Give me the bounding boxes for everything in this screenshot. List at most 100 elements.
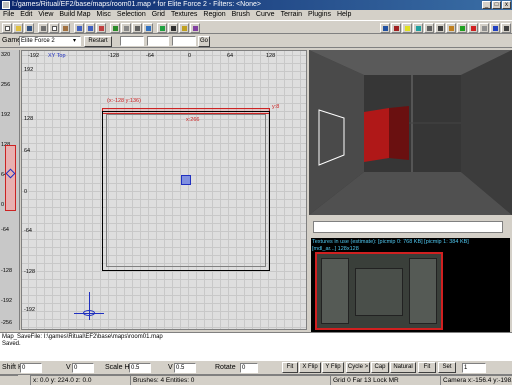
z-tick: -192	[1, 298, 13, 304]
z-tick: -128	[1, 268, 13, 274]
texture-panel: Textures in use (estimate): [picmip 0: 7…	[309, 216, 512, 332]
surface-bar: Shift H 0 V 0 Scale H 0.5 V 0.5 Rotate 0…	[0, 360, 512, 374]
menu-selection[interactable]: Selection	[114, 10, 149, 20]
top-tick: 0	[188, 53, 192, 59]
clipper-icon[interactable]	[121, 23, 131, 33]
cap-button[interactable]: Cap	[371, 362, 389, 373]
left-tick: -192	[24, 307, 36, 313]
select-icon[interactable]	[110, 23, 120, 33]
entity-icon[interactable]	[391, 23, 401, 33]
command-field-3[interactable]	[172, 36, 196, 46]
z-tick: 320	[1, 52, 11, 58]
z-tick: -256	[1, 320, 13, 326]
z-ruler[interactable]: 320 256 192 128 64 0 -64 -128 -192 -256	[0, 50, 20, 330]
set-button[interactable]: Set	[438, 362, 456, 373]
texture-lock-icon[interactable]	[446, 23, 456, 33]
cycle-button[interactable]: Cycle >	[346, 362, 370, 373]
chevron-down-icon[interactable]: ▾	[73, 36, 76, 46]
menu-help[interactable]: Help	[334, 10, 354, 20]
menu-file[interactable]: File	[0, 10, 17, 20]
menu-textures[interactable]: Textures	[168, 10, 200, 20]
flip-y-icon[interactable]	[85, 23, 95, 33]
command-field-1[interactable]	[120, 36, 144, 46]
game-select[interactable]: Elite Force 2	[19, 36, 81, 46]
y-flip-button[interactable]: Y Flip	[322, 362, 344, 373]
copy-icon[interactable]	[49, 23, 59, 33]
console-line: Saved.	[2, 341, 21, 347]
patch-icon[interactable]	[190, 23, 200, 33]
flip-x-icon[interactable]	[74, 23, 84, 33]
app-icon	[2, 1, 10, 9]
texture-browser[interactable]: Textures in use (estimate): [picmip 0: 7…	[311, 238, 510, 332]
close-button[interactable]: x	[502, 1, 511, 9]
top-tick: -64	[146, 53, 154, 59]
camera-mode-icon[interactable]	[457, 23, 467, 33]
menu-plugins[interactable]: Plugins	[305, 10, 334, 20]
camera-icon[interactable]	[168, 23, 178, 33]
rotate-icon[interactable]	[96, 23, 106, 33]
filter-icon[interactable]	[424, 23, 434, 33]
cut-icon[interactable]	[38, 23, 48, 33]
sound-icon[interactable]	[435, 23, 445, 33]
menu-curve[interactable]: Curve	[253, 10, 278, 20]
go-button[interactable]: Go	[198, 36, 210, 47]
texture-detail	[355, 268, 403, 316]
menu-grid[interactable]: Grid	[149, 10, 168, 20]
menu-brush[interactable]: Brush	[229, 10, 253, 20]
command-field-2[interactable]	[147, 36, 169, 46]
csg-icon[interactable]	[132, 23, 142, 33]
grid-snap-icon[interactable]	[468, 23, 478, 33]
new-file-icon[interactable]	[2, 23, 12, 33]
fit-patch-button[interactable]: Fit	[418, 362, 436, 373]
texture-filter-input[interactable]	[313, 221, 503, 233]
menu-edit[interactable]: Edit	[17, 10, 35, 20]
view-toggle-icon[interactable]	[380, 23, 390, 33]
fit-button[interactable]: Fit	[282, 362, 298, 373]
camera-render	[309, 50, 512, 215]
z-tick: -64	[1, 227, 9, 233]
game-bar: Game Elite Force 2 ▾ Restart Go	[0, 34, 512, 48]
info-icon[interactable]	[490, 23, 500, 33]
open-icon[interactable]	[13, 23, 23, 33]
menu-terrain[interactable]: Terrain	[278, 10, 305, 20]
texture-icon[interactable]	[157, 23, 167, 33]
paste-icon[interactable]	[60, 23, 70, 33]
shift-h-input[interactable]: 0	[20, 363, 42, 373]
console-line: Map_SaveFile: I:\games\Ritual\EF2\base\m…	[2, 334, 163, 340]
room-brush-inner[interactable]	[106, 114, 266, 267]
texture-thumbnail[interactable]	[315, 252, 443, 330]
restart-button[interactable]: Restart	[84, 36, 112, 47]
top-tick: -128	[108, 53, 120, 59]
minimize-button[interactable]: _	[482, 1, 491, 9]
scale-v-input[interactable]: 0.5	[174, 363, 196, 373]
entity-marker[interactable]	[181, 175, 191, 185]
rotate-input[interactable]: 0	[240, 363, 258, 373]
menu-view[interactable]: View	[35, 10, 56, 20]
menu-region[interactable]: Region	[200, 10, 228, 20]
texture-detail	[409, 258, 437, 324]
status-bar: x: 0.0 y: 224.0 z: 0.0 Brushes: 4 Entiti…	[0, 374, 512, 385]
scale-h-input[interactable]: 0.5	[129, 363, 151, 373]
curve-icon[interactable]	[413, 23, 423, 33]
save-icon[interactable]	[24, 23, 34, 33]
x-flip-button[interactable]: X Flip	[299, 362, 321, 373]
natural-button[interactable]: Natural	[390, 362, 416, 373]
grid-view-xy[interactable]: XY Top -192 -128 -64 0 64 128 192 128 64…	[21, 50, 307, 330]
menu-build-map[interactable]: Build Map	[56, 10, 93, 20]
z-tick: 192	[1, 112, 11, 118]
menu-bar: File Edit View Build Map Misc Selection Grid Te…	[0, 10, 512, 20]
brush-icon[interactable]	[143, 23, 153, 33]
fit-value-input[interactable]: 1	[462, 363, 486, 373]
preferences-icon[interactable]	[479, 23, 489, 33]
exit-icon[interactable]	[501, 23, 511, 33]
maximize-button[interactable]: □	[492, 1, 501, 9]
light-icon[interactable]	[402, 23, 412, 33]
menu-misc[interactable]: Misc	[94, 10, 114, 20]
camera-icon-2d[interactable]	[83, 310, 95, 316]
camera-view[interactable]	[309, 50, 512, 215]
left-tick: 0	[24, 189, 28, 195]
shift-v-input[interactable]: 0	[72, 363, 94, 373]
left-tick: 192	[24, 67, 34, 73]
texture-detail	[321, 258, 349, 324]
lock-icon[interactable]	[179, 23, 189, 33]
